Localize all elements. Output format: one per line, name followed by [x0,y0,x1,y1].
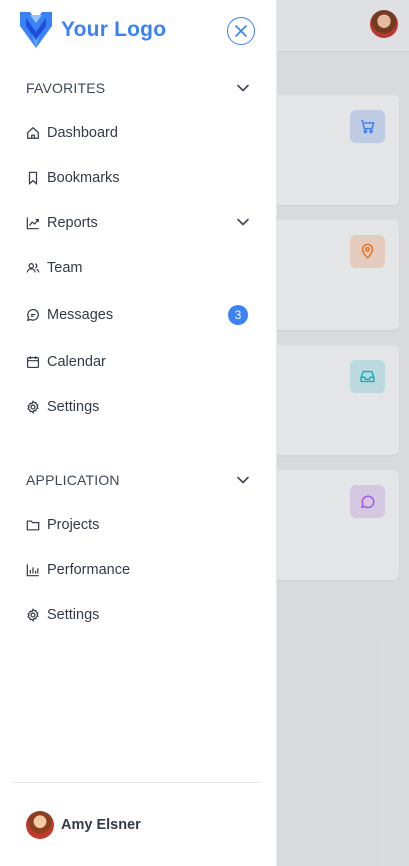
nav-item-messages[interactable]: Messages 3 [26,303,250,327]
nav-item-projects[interactable]: Projects [26,513,250,537]
nav-item-performance[interactable]: Performance [26,558,250,582]
bookmark-icon [26,171,40,185]
section-application-title: APPLICATION [26,472,120,488]
folder-icon [26,518,40,532]
bar-chart-icon [26,563,40,577]
hexagon-logo-icon [20,12,52,48]
section-favorites-title: FAVORITES [26,80,106,96]
nav-item-team[interactable]: Team [26,256,250,280]
nav-item-label: Settings [47,399,100,415]
home-icon [26,126,40,140]
gear-icon [26,400,40,414]
nav-item-label: Calendar [47,354,106,370]
nav-item-label: Reports [47,215,98,231]
users-icon [26,261,40,275]
nav-item-app-settings[interactable]: Settings [26,603,250,627]
nav-item-label: Dashboard [47,125,118,141]
nav-item-settings[interactable]: Settings [26,395,250,419]
gear-icon [26,608,40,622]
user-profile[interactable]: Amy Elsner [26,811,141,839]
sidebar-drawer: Your Logo FAVORITES Dashboard Bookmarks … [0,0,277,866]
nav-item-label: Performance [47,562,131,578]
messages-count-badge: 3 [228,305,248,325]
nav-item-label: Bookmarks [47,170,120,186]
chat-icon [26,308,40,322]
trend-chart-icon [26,216,40,230]
divider [12,782,262,783]
close-icon [235,25,247,37]
chevron-down-icon [237,476,249,484]
section-application-header[interactable]: APPLICATION [26,469,250,491]
chevron-down-icon [237,218,249,226]
nav-item-bookmarks[interactable]: Bookmarks [26,166,250,190]
brand[interactable]: Your Logo [18,10,166,50]
close-button[interactable] [227,17,255,45]
calendar-icon [26,355,40,369]
nav-item-dashboard[interactable]: Dashboard [26,121,250,145]
nav-item-calendar[interactable]: Calendar [26,350,250,374]
nav-item-label: Projects [47,517,100,533]
nav-item-label: Settings [47,607,100,623]
nav-item-label: Messages [47,307,114,323]
avatar [26,811,54,839]
chevron-down-icon [237,84,249,92]
nav-item-label: Team [47,260,83,276]
user-name: Amy Elsner [61,817,141,833]
logo-text: Your Logo [61,18,167,41]
nav-item-reports[interactable]: Reports [26,211,250,235]
section-favorites-header[interactable]: FAVORITES [26,77,250,99]
